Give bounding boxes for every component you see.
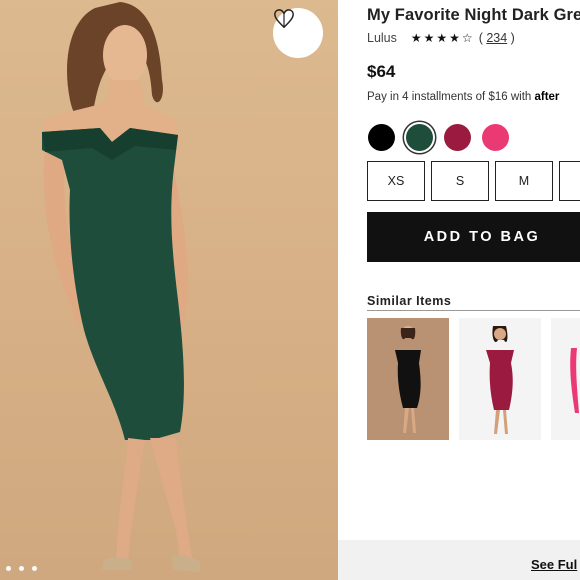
product-price: $64 bbox=[367, 62, 396, 81]
favorite-button[interactable] bbox=[273, 8, 323, 58]
size-option-partial[interactable] bbox=[559, 161, 580, 201]
product-info-panel: My Favorite Night Dark Green Lulus ★★★★☆… bbox=[338, 0, 580, 580]
color-swatch-burgundy[interactable] bbox=[444, 124, 471, 151]
product-title: My Favorite Night Dark Green bbox=[367, 6, 580, 24]
size-option-s[interactable]: S bbox=[431, 161, 489, 201]
similar-items-heading: Similar Items bbox=[367, 294, 452, 308]
gallery-dot[interactable] bbox=[6, 566, 11, 571]
similar-item-burgundy-dress[interactable] bbox=[459, 318, 541, 440]
size-selector: XS S M bbox=[367, 161, 580, 201]
size-option-xs[interactable]: XS bbox=[367, 161, 425, 201]
color-swatch-pink[interactable] bbox=[482, 124, 509, 151]
color-swatch-dark-green[interactable] bbox=[406, 124, 433, 151]
brand-rating-row: Lulus ★★★★☆ ( 234 ) bbox=[367, 31, 515, 45]
afterpay-logo[interactable]: after bbox=[534, 91, 559, 103]
gallery-dot[interactable] bbox=[32, 566, 37, 571]
similar-item-image bbox=[570, 348, 579, 413]
size-option-m[interactable]: M bbox=[495, 161, 553, 201]
see-full-details-link[interactable]: See Ful bbox=[531, 557, 577, 572]
color-swatches bbox=[368, 124, 509, 151]
similar-item-image bbox=[486, 326, 514, 434]
similar-item-image bbox=[395, 326, 421, 433]
installments-note: Pay in 4 installments of $16 with after bbox=[367, 91, 560, 103]
heart-icon bbox=[274, 9, 294, 29]
add-to-bag-button[interactable]: ADD TO BAG bbox=[367, 212, 580, 262]
brand-name[interactable]: Lulus bbox=[367, 31, 397, 45]
star-rating: ★★★★☆ bbox=[410, 31, 475, 45]
similar-item-black-dress[interactable] bbox=[367, 318, 449, 440]
similar-item-pink-dress[interactable] bbox=[551, 318, 580, 440]
similar-items-divider bbox=[367, 310, 580, 311]
gallery-dot[interactable] bbox=[19, 566, 24, 571]
model-illustration bbox=[40, 2, 200, 572]
color-swatch-black[interactable] bbox=[368, 124, 395, 151]
review-count-link[interactable]: ( 234 ) bbox=[479, 31, 515, 45]
gallery-pagination bbox=[6, 566, 37, 571]
product-photo[interactable] bbox=[0, 0, 338, 580]
